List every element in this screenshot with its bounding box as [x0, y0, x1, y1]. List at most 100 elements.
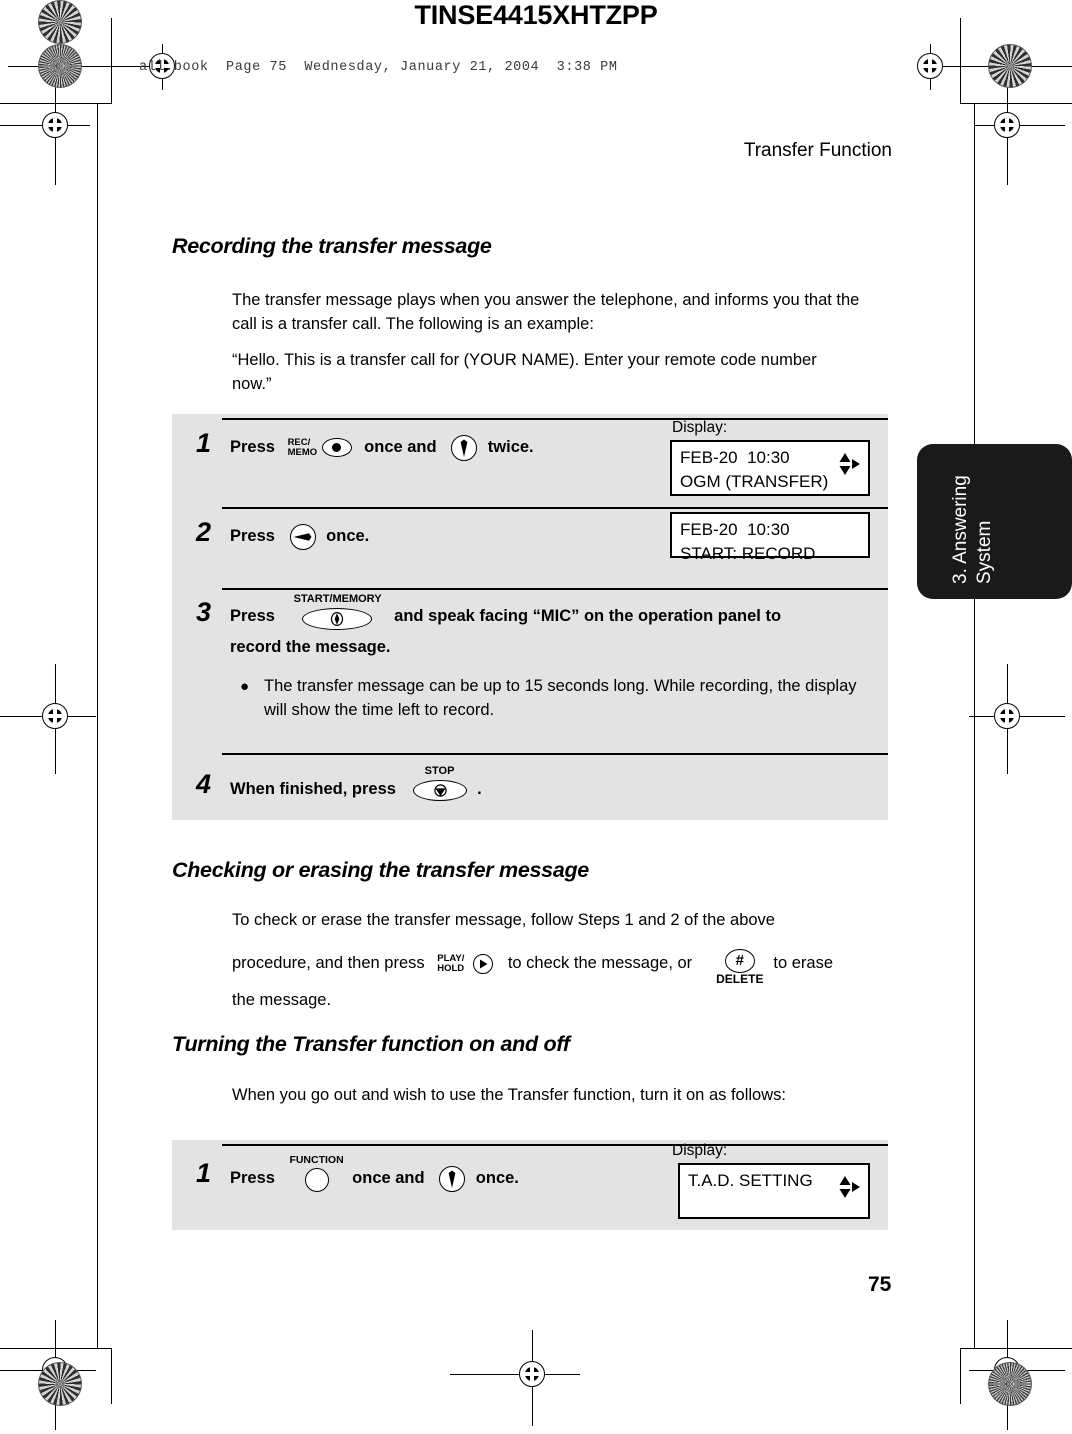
paragraph-checking-a: To check or erase the transfer message, …	[232, 911, 775, 929]
display-label-1: Display:	[672, 419, 728, 436]
lcd-3-lines: T.A.D. SETTING	[688, 1169, 813, 1193]
play-hold-triangle-icon	[480, 959, 488, 969]
step-3-text-a: Press	[230, 607, 275, 625]
function-key[interactable]: FUNCTION	[288, 1154, 346, 1193]
lcd-nav-arrows-icon	[839, 453, 860, 475]
step-4-instruction: When finished, press STOP .	[230, 765, 482, 805]
stop-symbol-icon	[433, 784, 447, 797]
start-memory-key[interactable]: START/MEMORY	[290, 593, 386, 632]
step-number-4: 4	[196, 769, 212, 799]
stop-key[interactable]: STOP	[409, 765, 471, 805]
trim-line-right	[974, 103, 975, 1348]
step-number-2: 2	[196, 517, 212, 547]
lcd-display-3: T.A.D. SETTING	[678, 1163, 870, 1219]
document-code: TINSE4415XHTZPP	[414, 0, 658, 30]
paragraph-checking-e: the message.	[232, 991, 332, 1009]
heading-recording: Recording the transfer message	[172, 234, 492, 258]
step-2-text-a: Press	[230, 527, 275, 545]
stop-key-oval	[412, 779, 467, 801]
function-key-label: FUNCTION	[289, 1153, 344, 1166]
step-3-bullet-text: The transfer message can be up to 15 sec…	[264, 677, 857, 719]
step-4-text-b: .	[477, 780, 482, 798]
bullet-dot-icon: ●	[240, 678, 250, 695]
checking-text-c: to check the message, or	[507, 954, 693, 972]
step-divider-1	[222, 507, 888, 509]
turning-step-text-a: Press	[230, 1169, 275, 1187]
trim-line-left	[97, 103, 98, 1348]
lcd-nav-arrows-icon-2	[839, 1176, 860, 1198]
paragraph-recording-1: The transfer message plays when you answ…	[232, 291, 860, 333]
step-2-instruction: Press once.	[230, 521, 369, 552]
hash-icon: #	[724, 948, 755, 973]
registration-mark-bottom-center	[450, 1330, 580, 1426]
color-target-disc-bottom-left2	[38, 1362, 82, 1406]
color-target-disc-top-left	[38, 44, 82, 88]
lcd-display-1: FEB-20 10:30 OGM (TRANSFER)	[670, 440, 870, 496]
color-target-disc-bottom-right	[988, 1362, 1032, 1406]
rec-memo-key-oval	[321, 437, 352, 457]
step-number-1: 1	[196, 428, 212, 458]
play-triangle-icon	[293, 532, 312, 541]
step-3-instruction: Press START/MEMORY and speak facing “MIC…	[230, 593, 875, 663]
registration-mark-top-right	[908, 44, 1072, 90]
crop-rule-bl-v	[111, 1348, 112, 1404]
lcd-2-line-2: START: RECORD	[680, 544, 816, 563]
registration-mark-upper-right	[975, 85, 1065, 185]
lcd-2-lines: FEB-20 10:30 START: RECORD	[680, 518, 815, 566]
down-arrow-icon	[460, 439, 468, 457]
start-diamond-icon	[330, 611, 343, 626]
step-3-text-c: record the message.	[230, 638, 391, 656]
step-divider-2	[222, 588, 888, 590]
step-3-bullet: ● The transfer message can be up to 15 s…	[240, 674, 870, 722]
delete-key[interactable]: # DELETE	[715, 948, 763, 985]
rec-memo-key[interactable]: REC/ MEMO	[288, 435, 354, 461]
step-1-instruction: Press REC/ MEMO once and twice.	[230, 432, 534, 463]
play-key[interactable]	[289, 523, 316, 550]
step-1-text-c: twice.	[487, 438, 534, 456]
step-divider-top	[222, 418, 888, 420]
turning-step-text-b: once and	[352, 1169, 425, 1187]
rec-dot-icon	[331, 443, 341, 453]
play-hold-key-label-2: HOLD	[437, 962, 465, 974]
step-number-turning-1: 1	[196, 1158, 212, 1188]
down-arrow-key[interactable]	[451, 434, 478, 461]
registration-mark-upper-left	[0, 85, 90, 185]
lcd-1-line-2: OGM (TRANSFER)	[680, 472, 829, 491]
step-4-text-a: When finished, press	[230, 780, 396, 798]
chapter-tab: 3. Answering System	[917, 444, 1072, 599]
chapter-tab-line1: 3. Answering	[950, 475, 971, 584]
paragraph-turning: When you go out and wish to use the Tran…	[232, 1086, 786, 1104]
step-turning-1-instruction: Press FUNCTION once and once.	[230, 1154, 519, 1194]
play-hold-key-circle	[473, 953, 494, 974]
heading-turning: Turning the Transfer function on and off	[172, 1032, 570, 1056]
lcd-display-2: FEB-20 10:30 START: RECORD	[670, 512, 870, 563]
heading-checking: Checking or erasing the transfer message	[172, 858, 589, 882]
display-label-2: Display:	[672, 1142, 728, 1159]
color-target-disc-top-right	[988, 44, 1032, 88]
lcd-1-line-1: FEB-20 10:30	[680, 448, 790, 467]
lcd-3-line-1: T.A.D. SETTING	[688, 1171, 813, 1190]
play-hold-key[interactable]: PLAY/ HOLD	[437, 952, 499, 976]
turning-step-text-c: once.	[475, 1169, 519, 1187]
step-2-text-b: once.	[326, 527, 370, 545]
rec-memo-key-label-1: REC/	[287, 436, 311, 448]
lcd-1-lines: FEB-20 10:30 OGM (TRANSFER)	[680, 446, 828, 494]
running-head: Transfer Function	[743, 140, 892, 161]
step-1-text-a: Press	[230, 438, 275, 456]
paragraph-checking-b: procedure, and then press PLAY/ HOLD to …	[232, 946, 892, 985]
page-number: 75	[868, 1273, 892, 1296]
lcd-2-line-1: FEB-20 10:30	[680, 520, 790, 539]
step-divider-turning-top	[222, 1144, 888, 1146]
step-1-text-b: once and	[364, 438, 437, 456]
checking-text-b: procedure, and then press	[232, 954, 425, 972]
registration-mark-mid-left	[0, 664, 96, 774]
rec-memo-key-label-2: MEMO	[287, 446, 318, 458]
file-header: all.book Page 75 Wednesday, January 21, …	[139, 60, 618, 75]
start-memory-key-oval	[301, 607, 372, 630]
down-arrow-icon-2	[448, 1170, 456, 1188]
step-divider-3	[222, 753, 888, 755]
play-hold-key-label-1: PLAY/	[437, 952, 465, 964]
down-arrow-key-2[interactable]	[439, 1165, 466, 1192]
crop-rule-br-v	[960, 1348, 961, 1404]
step-3-text-b: and speak facing “MIC” on the operation …	[394, 607, 782, 625]
